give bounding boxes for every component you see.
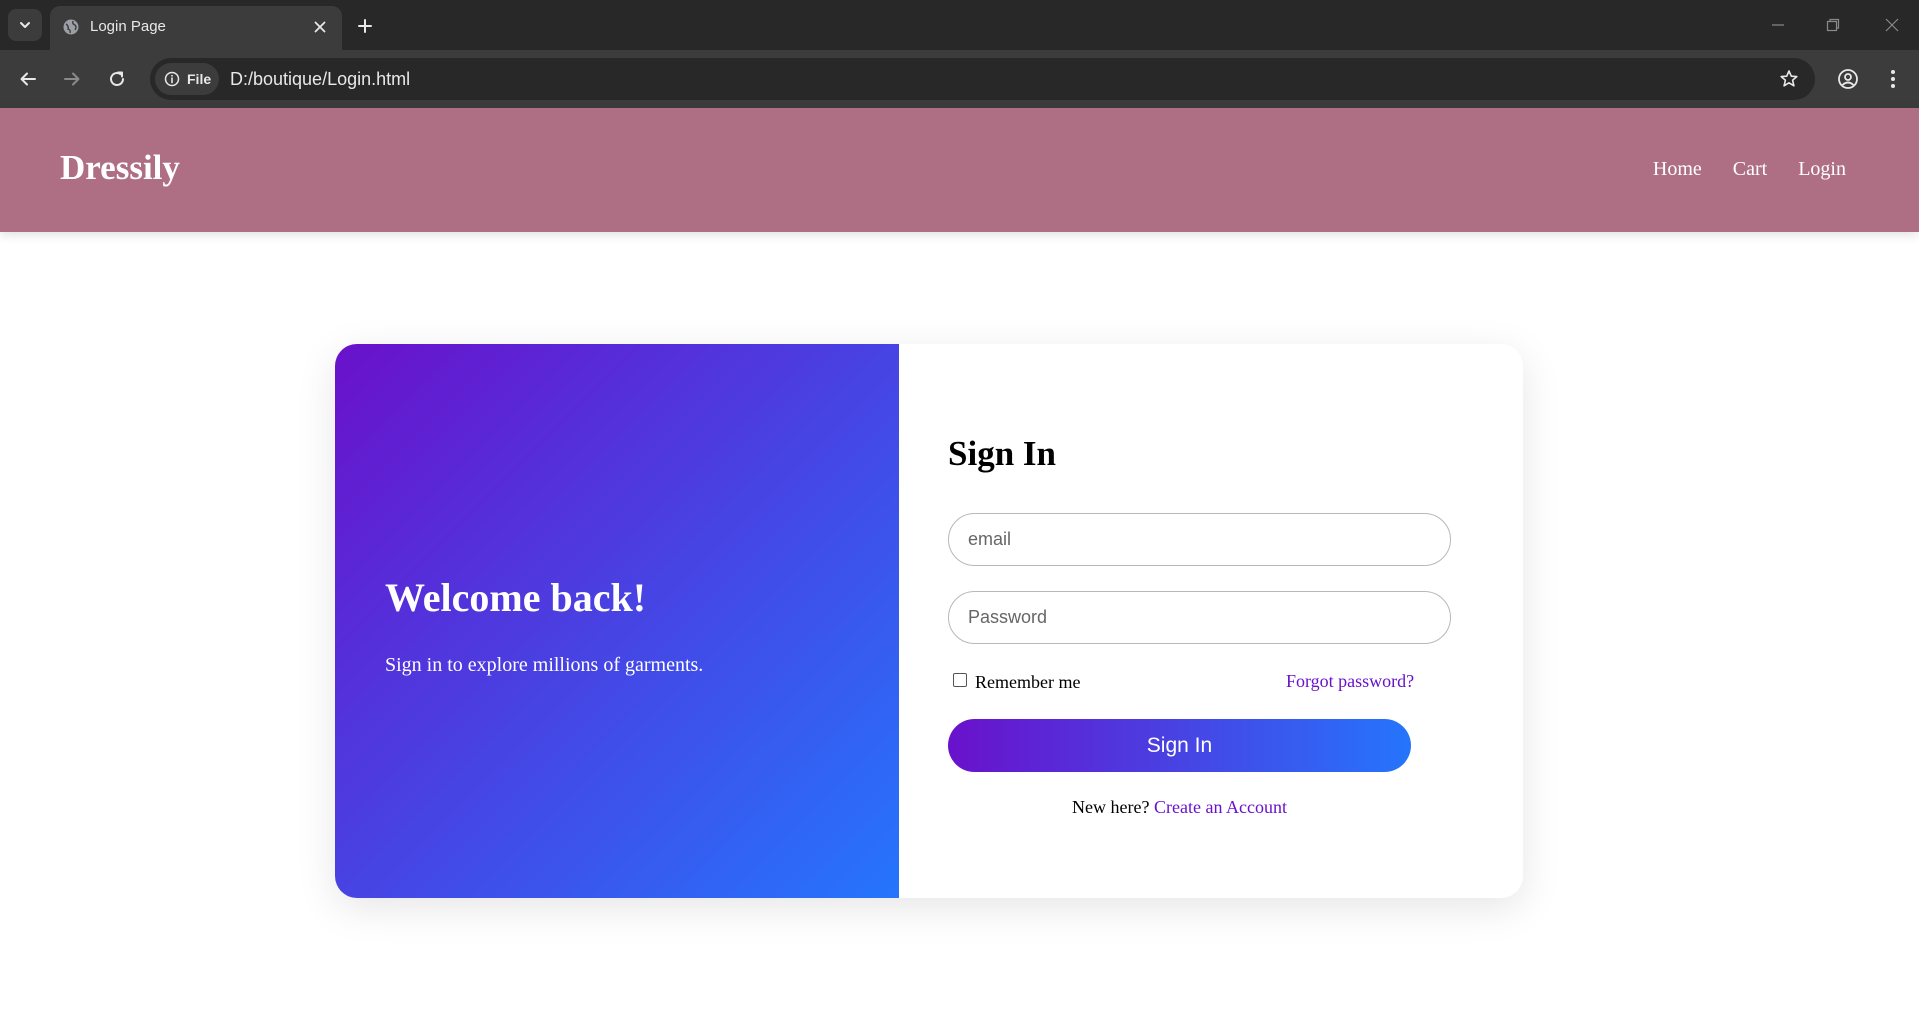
- main-nav: Home Cart Login: [1653, 158, 1846, 181]
- nav-link-home[interactable]: Home: [1653, 158, 1702, 181]
- browser-menu-button[interactable]: [1877, 63, 1909, 95]
- arrow-left-icon: [20, 72, 36, 86]
- kebab-menu-icon: [1891, 70, 1895, 88]
- forgot-password-link[interactable]: Forgot password?: [1286, 671, 1414, 692]
- site-header: Dressily Home Cart Login: [0, 108, 1919, 232]
- minimize-icon: [1772, 24, 1784, 26]
- welcome-panel: Welcome back! Sign in to explore million…: [335, 344, 899, 898]
- remember-me-label: Remember me: [975, 672, 1081, 692]
- welcome-subtitle: Sign in to explore millions of garments.: [385, 654, 704, 676]
- signin-heading: Sign In: [948, 434, 1056, 473]
- active-tab[interactable]: Login Page: [50, 6, 342, 50]
- browser-tabstrip: Login Page: [0, 0, 1919, 50]
- reload-button[interactable]: [101, 63, 133, 95]
- reload-icon: [110, 71, 124, 86]
- restore-button[interactable]: [1818, 12, 1848, 38]
- forward-button[interactable]: [56, 63, 88, 95]
- close-window-icon: [1885, 18, 1899, 32]
- star-icon: [1780, 70, 1798, 87]
- signin-form: Sign In Remember me Forgot password? Sig…: [899, 344, 1523, 898]
- email-input[interactable]: [948, 513, 1451, 566]
- restore-icon: [1826, 18, 1840, 32]
- new-tab-button[interactable]: [352, 13, 378, 39]
- remember-me-checkbox[interactable]: [953, 672, 967, 687]
- welcome-title: Welcome back!: [385, 575, 647, 620]
- create-account-link[interactable]: Create an Account: [1154, 797, 1287, 817]
- remember-me[interactable]: Remember me: [953, 672, 1080, 693]
- file-chip-label: File: [187, 71, 212, 87]
- signin-button[interactable]: Sign In: [948, 719, 1411, 772]
- nav-link-login[interactable]: Login: [1798, 158, 1846, 181]
- info-icon: [164, 71, 180, 87]
- nav-link-cart[interactable]: Cart: [1733, 158, 1767, 181]
- chevron-down-icon: [20, 22, 30, 28]
- profile-button[interactable]: [1832, 63, 1864, 95]
- arrow-right-icon: [64, 72, 80, 86]
- site-info-chip[interactable]: File: [155, 63, 219, 95]
- plus-icon: [358, 19, 372, 33]
- close-window-button[interactable]: [1877, 12, 1907, 38]
- new-here-text: New here?: [1072, 797, 1154, 817]
- close-icon: [314, 21, 326, 33]
- tab-search-button[interactable]: [8, 9, 42, 41]
- login-card: Welcome back! Sign in to explore million…: [335, 344, 1523, 898]
- minimize-button[interactable]: [1763, 12, 1793, 38]
- close-tab-button[interactable]: [310, 17, 330, 37]
- address-bar[interactable]: File D:/boutique/Login.html: [150, 58, 1815, 100]
- tab-title: Login Page: [90, 18, 166, 35]
- browser-toolbar: File D:/boutique/Login.html: [0, 50, 1919, 108]
- bookmark-button[interactable]: [1775, 65, 1803, 93]
- globe-icon: [63, 19, 79, 35]
- password-input[interactable]: [948, 591, 1451, 644]
- signup-prompt: New here? Create an Account: [948, 797, 1411, 818]
- account-icon: [1838, 69, 1858, 89]
- url-text[interactable]: D:/boutique/Login.html: [230, 69, 410, 90]
- brand-logo[interactable]: Dressily: [60, 148, 180, 188]
- back-button[interactable]: [12, 63, 44, 95]
